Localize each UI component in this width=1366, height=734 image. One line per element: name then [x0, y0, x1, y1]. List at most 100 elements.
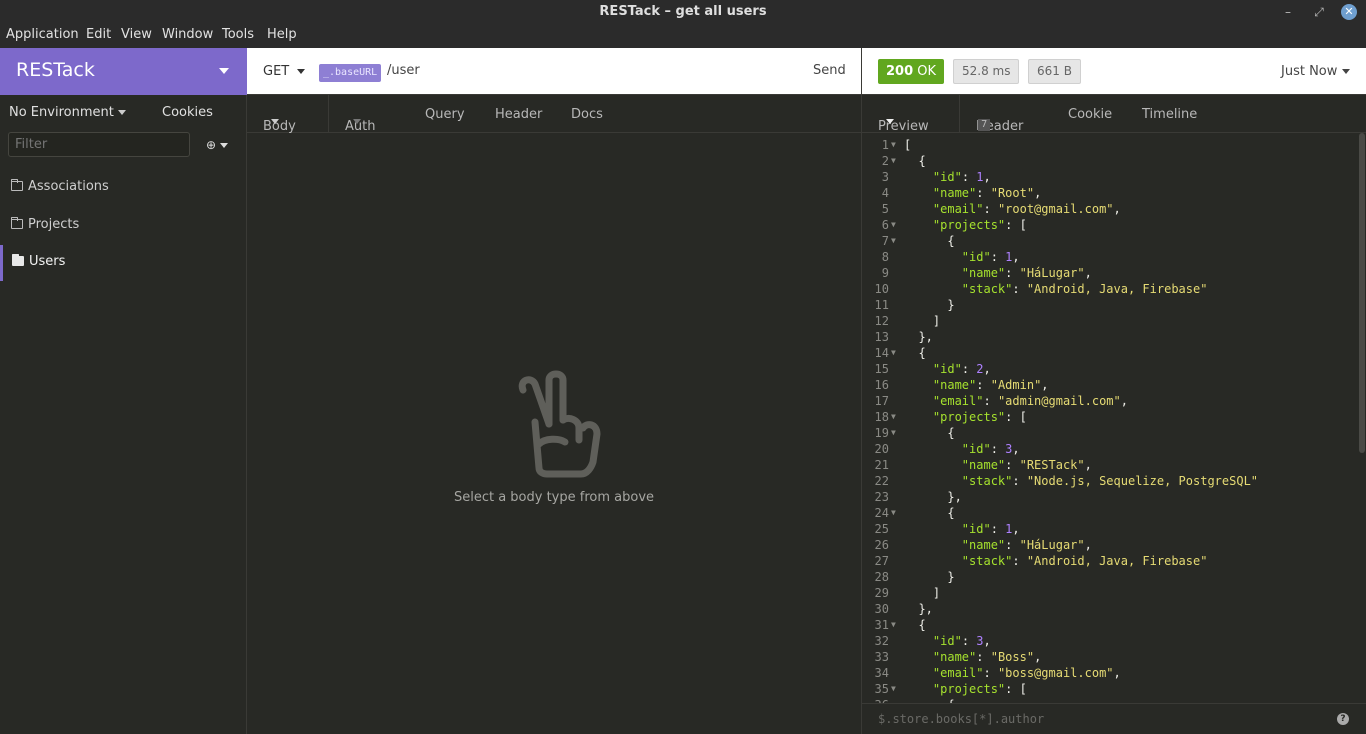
code-text: "name": "RESTack", — [961, 458, 1092, 472]
code-text: "name": "Root", — [932, 186, 1042, 200]
menu-window[interactable]: Window — [162, 27, 213, 42]
fold-toggle-icon[interactable]: ▼ — [891, 505, 896, 521]
url-input[interactable]: /user — [387, 63, 420, 78]
code-line: 18 ▼ "projects": [ — [862, 409, 1362, 425]
maximize-button[interactable]: ⤢ — [1310, 3, 1328, 21]
tab-header[interactable]: Header — [495, 107, 542, 122]
line-number: 29 — [874, 586, 889, 600]
tab-timeline[interactable]: Timeline — [1142, 107, 1197, 122]
fold-toggle-icon[interactable]: ▼ — [891, 345, 896, 361]
code-line: 20 "id": 3, — [862, 441, 1362, 457]
fold-toggle-icon[interactable]: ▼ — [891, 681, 896, 697]
code-line: 24 ▼ { — [862, 505, 1362, 521]
minimize-button[interactable]: – — [1279, 3, 1297, 21]
code-line: 33 "name": "Boss", — [862, 649, 1362, 665]
tab-cookie[interactable]: Cookie — [1068, 107, 1112, 122]
tab-query[interactable]: Query — [425, 107, 465, 122]
folder-associations[interactable]: Associations — [0, 170, 247, 206]
menu-tools[interactable]: Tools — [222, 27, 254, 42]
tab-label: Body — [263, 119, 296, 134]
fold-toggle-icon[interactable]: ▼ — [891, 153, 896, 169]
line-number: 3 — [881, 170, 889, 184]
filter-input[interactable] — [8, 132, 190, 157]
folder-label: Projects — [28, 217, 80, 232]
code-line: 30 }, — [862, 601, 1362, 617]
code-line: 14 ▼ { — [862, 345, 1362, 361]
code-text: "name": "Admin", — [932, 378, 1049, 392]
menu-edit[interactable]: Edit — [86, 27, 111, 42]
line-number: 4 — [881, 186, 889, 200]
url-variable-tag[interactable]: _.baseURL — [319, 64, 382, 82]
request-tabs: Body Auth Query Header Docs — [247, 95, 861, 134]
menu-help[interactable]: Help — [267, 27, 297, 42]
environment-dropdown[interactable]: No Environment — [9, 105, 126, 120]
scrollbar[interactable] — [1359, 133, 1365, 453]
line-number: 11 — [874, 298, 889, 312]
line-number: 24 — [874, 506, 889, 520]
line-number: 14 — [874, 346, 889, 360]
line-number: 31 — [874, 618, 889, 632]
fold-toggle-icon[interactable]: ▼ — [891, 233, 896, 249]
line-number: 32 — [874, 634, 889, 648]
response-time-badge: 52.8 ms — [953, 59, 1020, 84]
chevron-down-icon — [219, 68, 229, 74]
line-number: 25 — [874, 522, 889, 536]
code-line: 1 ▼ [ — [862, 137, 1362, 153]
code-text: } — [904, 298, 955, 312]
folder-users[interactable]: Users — [0, 245, 247, 281]
close-button[interactable]: ✕ — [1341, 4, 1357, 20]
cookies-button[interactable]: Cookies — [162, 105, 213, 120]
code-line: 11 } — [862, 297, 1362, 313]
request-url-bar: GET _.baseURL /user Send — [247, 48, 861, 95]
fold-toggle-icon[interactable]: ▼ — [891, 617, 896, 633]
folder-projects[interactable]: Projects — [0, 208, 247, 244]
line-number: 12 — [874, 314, 889, 328]
line-number: 23 — [874, 490, 889, 504]
help-icon[interactable]: ? — [1337, 713, 1349, 725]
workspace-name: RESTack — [16, 59, 95, 81]
menu-application[interactable]: Application — [6, 27, 79, 42]
environment-label: No Environment — [9, 105, 114, 120]
tab-divider — [959, 95, 960, 133]
folder-label: Associations — [28, 179, 109, 194]
response-body-viewer[interactable]: 1 ▼[2 ▼ {3 "id": 1, 4 "name": "Root", 5 "ema… — [861, 133, 1366, 703]
code-line: 26 "name": "HáLugar", — [862, 537, 1362, 553]
code-text: { — [904, 426, 955, 440]
code-text: "stack": "Android, Java, Firebase" — [961, 554, 1208, 568]
tab-docs[interactable]: Docs — [571, 107, 603, 122]
code-line: 6 ▼ "projects": [ — [862, 217, 1362, 233]
line-number: 5 — [881, 202, 889, 216]
workspace-dropdown[interactable]: RESTack — [0, 48, 247, 95]
fold-toggle-icon[interactable]: ▼ — [891, 217, 896, 233]
response-filter-input[interactable]: $.store.books[*].author — [878, 712, 1044, 726]
code-line: 9 "name": "HáLugar", — [862, 265, 1362, 281]
menu-view[interactable]: View — [121, 27, 152, 42]
code-line: 29 ] — [862, 585, 1362, 601]
line-number: 27 — [874, 554, 889, 568]
line-number: 1 — [881, 138, 889, 152]
code-text: "projects": [ — [932, 682, 1027, 696]
code-text: { — [904, 346, 926, 360]
code-text: [ — [904, 138, 912, 152]
code-text: } — [904, 570, 955, 584]
fold-toggle-icon[interactable]: ▼ — [891, 425, 896, 441]
code-text: }, — [904, 330, 933, 344]
code-line: 10 "stack": "Android, Java, Firebase" — [862, 281, 1362, 297]
add-dropdown[interactable]: ⊕ — [206, 138, 229, 152]
fold-toggle-icon[interactable]: ▼ — [891, 409, 896, 425]
empty-body-message: Select a body type from above — [453, 490, 655, 505]
line-number: 34 — [874, 666, 889, 680]
method-dropdown[interactable]: GET — [263, 64, 306, 79]
code-text: "id": 2, — [932, 362, 991, 376]
chevron-down-icon — [1342, 69, 1351, 74]
history-dropdown[interactable]: Just Now — [1281, 64, 1351, 79]
window-title: RESTack – get all users — [599, 4, 767, 19]
code-text: ] — [904, 314, 941, 328]
line-number: 2 — [881, 154, 889, 168]
line-number: 26 — [874, 538, 889, 552]
code-line: 25 "id": 1, — [862, 521, 1362, 537]
fold-toggle-icon[interactable]: ▼ — [891, 137, 896, 153]
code-text: "projects": [ — [932, 218, 1027, 232]
send-button[interactable]: Send — [813, 63, 846, 78]
code-text: "id": 1, — [932, 170, 991, 184]
